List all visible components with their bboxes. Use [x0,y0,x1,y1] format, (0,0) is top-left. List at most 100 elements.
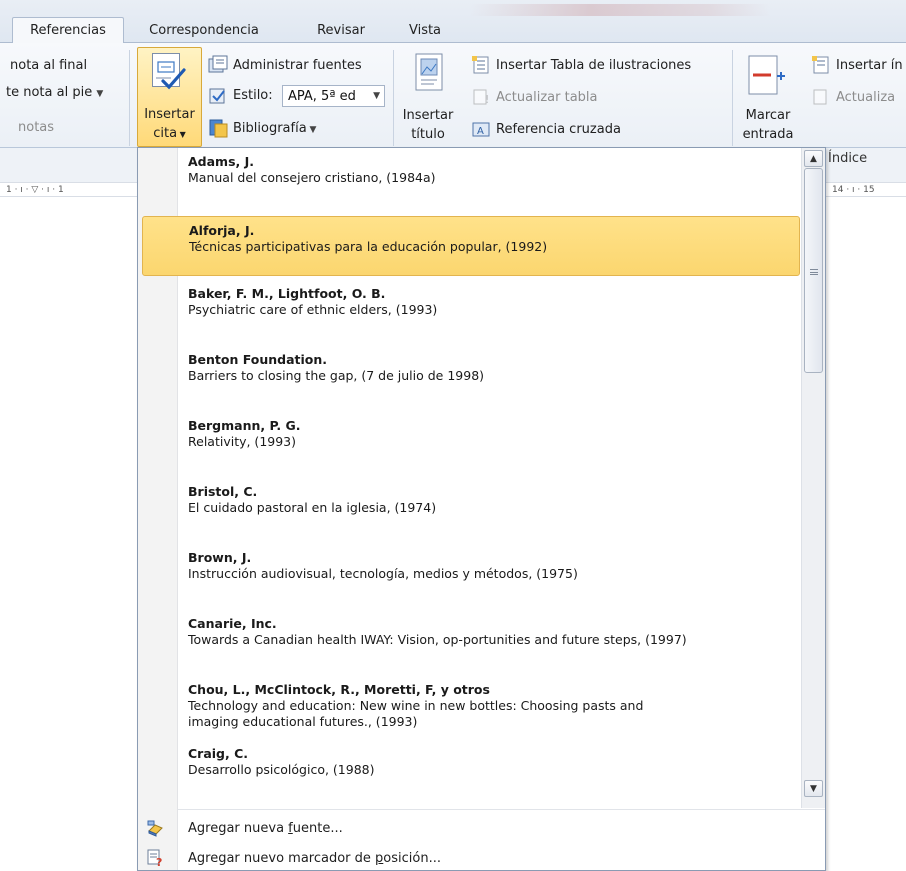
insert-citation-dropdown: Adams, J. Manual del consejero cristiano… [137,147,826,871]
add-placeholder-label-post: osición... [383,850,441,866]
update-table-icon: ! [472,88,492,106]
citation-title: Towards a Canadian health IWAY: Vision, … [188,632,687,647]
insert-citation-label-2: cita ▼ [138,126,201,141]
citation-item[interactable]: Bristol, C. El cuidado pastoral en la ig… [142,484,800,528]
citation-item[interactable]: Bergmann, P. G. Relativity, (1993) [142,418,800,462]
insert-citation-cita: cita [153,126,178,141]
scroll-thumb[interactable] [804,168,823,373]
tab-referencias[interactable]: Referencias [12,17,124,43]
arrow-down-icon: ▼ [810,783,817,794]
update-table-button[interactable]: Actualizar tabla [496,90,598,105]
chevron-down-icon: ▼ [306,125,317,135]
insert-index-icon [812,56,832,74]
tab-revisar[interactable]: Revisar [303,17,379,43]
svg-text:A: A [477,126,484,137]
citation-author: Alforja, J. [189,223,255,238]
citation-item[interactable]: Craig, C. Desarrollo psicológico, (1988) [142,746,800,790]
arrow-up-icon: ▲ [810,153,817,164]
citation-author: Bergmann, P. G. [188,418,301,433]
group-separator [732,50,733,146]
citation-item[interactable]: Baker, F. M., Lightfoot, O. B. Psychiatr… [142,286,800,330]
citation-item[interactable]: Brown, J. Instrucción audiovisual, tecno… [142,550,800,594]
citation-author: Brown, J. [188,550,252,565]
ribbon-tab-bar: Referencias Correspondencia Revisar Vist… [0,0,906,43]
add-new-source-button[interactable]: Agregar nueva fuente... [138,814,825,842]
citation-author: Bristol, C. [188,484,258,499]
mark-entry-label-2[interactable]: entrada [740,127,796,142]
manage-sources-icon [207,55,229,75]
insert-citation-button[interactable]: Insertar cita ▼ [137,47,202,147]
next-footnote-button[interactable]: te nota al pie ▼ [6,85,103,100]
add-new-source-label: Agregar nueva fuente... [188,821,343,836]
bibliography-label: Bibliografía [233,121,307,136]
citation-title: Instrucción audiovisual, tecnología, med… [188,566,578,581]
citation-title: Técnicas participativas para la educació… [189,239,548,254]
cross-reference-icon: A [472,120,492,138]
citation-icon [152,53,186,90]
add-new-placeholder-label: Agregar nuevo marcador de posición... [188,851,441,866]
chevron-down-icon: ▼ [373,91,380,101]
svg-text:?: ? [156,856,162,867]
citation-title: Psychiatric care of ethnic elders, (1993… [188,302,438,317]
chevron-down-icon: ▼ [177,130,186,139]
citation-item[interactable]: Canarie, Inc. Towards a Canadian health … [142,616,800,660]
citation-author: Chou, L., McClintock, R., Moretti, F, y … [188,682,490,697]
insert-caption-icon [412,52,446,94]
ruler-right-text: 14 · ı · 15 [832,184,875,195]
cross-reference-button[interactable]: Referencia cruzada [496,122,621,137]
horizontal-ruler-left[interactable]: 1 · ı · ▽ · ı · 1 [0,182,137,197]
footnotes-group-label: notas [18,120,55,135]
group-separator [129,50,130,146]
menu-separator [178,809,825,810]
citation-item[interactable]: Adams, J. Manual del consejero cristiano… [142,154,800,198]
citation-title-continued: imaging educational futures., (1993) [188,714,418,729]
scroll-down-button[interactable]: ▼ [804,780,823,797]
citation-item[interactable]: Benton Foundation. Barriers to closing t… [142,352,800,396]
citation-author: Canarie, Inc. [188,616,277,631]
citation-title: Relativity, (1993) [188,434,297,449]
style-select-value: APA, 5ª ed [288,88,356,104]
citation-title: Technology and education: New wine in ne… [188,698,644,713]
citation-item[interactable]: Chou, L., McClintock, R., Moretti, F, y … [142,682,800,742]
add-placeholder-icon: ? [146,849,164,869]
add-placeholder-label-pre: Agregar nuevo marcador de [188,850,376,866]
manage-sources-button[interactable]: Administrar fuentes [233,58,362,73]
ruler-left-text: 1 · ı · ▽ · ı · 1 [6,184,64,195]
add-source-icon [146,819,164,837]
group-separator [393,50,394,146]
bibliography-button[interactable]: Bibliografía ▼ [233,121,316,136]
tab-correspondencia[interactable]: Correspondencia [140,17,268,43]
grip-icon [810,269,818,275]
insert-caption-label-2[interactable]: título [400,127,456,142]
citation-author: Adams, J. [188,154,255,169]
add-new-placeholder-button[interactable]: ? Agregar nuevo marcador de posición... [138,844,825,871]
table-of-figures-icon [472,56,492,74]
scroll-up-button[interactable]: ▲ [804,150,823,167]
insert-citation-label-1: Insertar [144,107,195,122]
insert-table-of-figures-button[interactable]: Insertar Tabla de ilustraciones [496,58,691,73]
citation-list-scrollbar[interactable]: ▲ ▼ [801,148,825,808]
mark-entry-label-1[interactable]: Marcar [740,108,796,123]
citation-title: El cuidado pastoral en la iglesia, (1974… [188,500,437,515]
update-index-button[interactable]: Actualiza [836,90,895,105]
horizontal-ruler-right[interactable]: 14 · ı · 15 [826,182,906,197]
style-label: Estilo: [233,88,273,103]
bibliography-icon [207,118,229,138]
mark-entry-icon [745,52,787,98]
style-select[interactable]: APA, 5ª ed ▼ [282,85,385,107]
citation-list: Adams, J. Manual del consejero cristiano… [138,148,803,808]
add-source-label-pre: Agregar nueva [188,820,289,836]
citation-item-selected[interactable]: Alforja, J. Técnicas participativas para… [142,216,800,276]
svg-text:!: ! [485,93,489,106]
tab-vista[interactable]: Vista [400,17,450,43]
citation-title: Barriers to closing the gap, (7 de julio… [188,368,485,383]
index-group-label: Índice [828,151,868,166]
next-footnote-label: te nota al pie [6,85,93,100]
citation-author: Craig, C. [188,746,249,761]
citation-author: Baker, F. M., Lightfoot, O. B. [188,286,386,301]
insert-endnote-button[interactable]: nota al final [10,58,87,73]
add-source-label-post: uente... [292,820,343,836]
chevron-down-icon: ▼ [96,89,104,99]
insert-index-button[interactable]: Insertar ín [836,58,903,73]
insert-caption-label-1[interactable]: Insertar [400,108,456,123]
